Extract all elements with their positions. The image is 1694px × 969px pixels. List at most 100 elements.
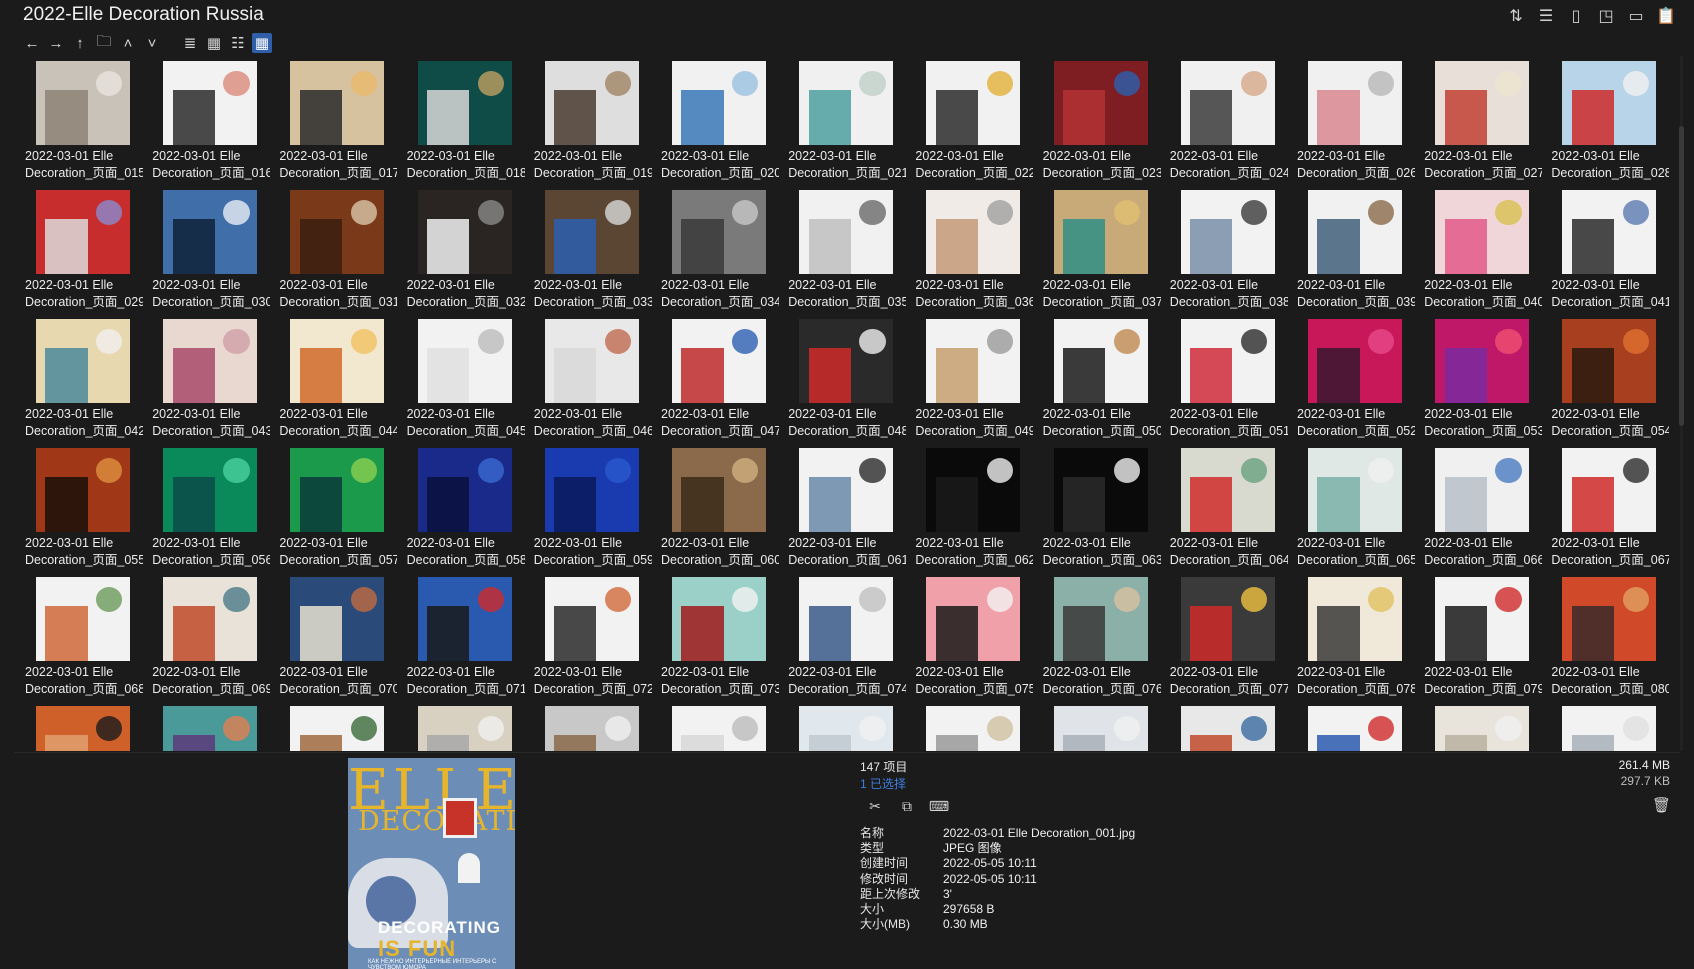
thumbnail-item[interactable]: 2022-03-01 Elle Decoration_页面_018 [398, 56, 525, 181]
thumbnail-item[interactable]: 2022-03-01 Elle Decoration_页面_023 [1034, 56, 1161, 181]
thumbnail-item[interactable]: 2022-03-01 Elle Decoration_页面_037 [1034, 185, 1161, 310]
new-file-icon[interactable]: ▯ [1566, 6, 1586, 26]
thumbnail-item[interactable]: 2022-03-01 Elle Decoration_页面_057 [270, 443, 397, 568]
thumbnail-item[interactable]: 2022-03-01 Elle Decoration_页面_066 [1415, 443, 1542, 568]
thumbnail-item[interactable] [525, 701, 652, 751]
thumbnail-item[interactable]: 2022-03-01 Elle Decoration_页面_016 [143, 56, 270, 181]
thumbnail-item[interactable] [1542, 701, 1669, 751]
thumbnail-item[interactable]: 2022-03-01 Elle Decoration_页面_042 [16, 314, 143, 439]
chevron-up-icon[interactable]: ˄ [118, 33, 138, 53]
thumbnail-item[interactable]: 2022-03-01 Elle Decoration_页面_046 [525, 314, 652, 439]
thumbnail-item[interactable]: 2022-03-01 Elle Decoration_页面_033 [525, 185, 652, 310]
thumbnail-item[interactable]: 2022-03-01 Elle Decoration_页面_035 [779, 185, 906, 310]
thumbnail-item[interactable]: 2022-03-01 Elle Decoration_页面_076 [1034, 572, 1161, 697]
thumbnail-item[interactable]: 2022-03-01 Elle Decoration_页面_048 [779, 314, 906, 439]
rename-icon[interactable]: ⌨ [929, 796, 949, 816]
thumbnail-item[interactable]: 2022-03-01 Elle Decoration_页面_069 [143, 572, 270, 697]
thumbnail-item[interactable]: 2022-03-01 Elle Decoration_页面_060 [652, 443, 779, 568]
thumbnail-item[interactable]: 2022-03-01 Elle Decoration_页面_029 [16, 185, 143, 310]
thumbnail-item[interactable] [1034, 701, 1161, 751]
scrollbar-thumb[interactable] [1679, 126, 1684, 426]
thumbnail-item[interactable]: 2022-03-01 Elle Decoration_页面_073 [652, 572, 779, 697]
thumbnail-item[interactable]: 2022-03-01 Elle Decoration_页面_056 [143, 443, 270, 568]
thumbnail-item[interactable]: 2022-03-01 Elle Decoration_页面_051 [1161, 314, 1288, 439]
thumbnail-item[interactable] [1288, 701, 1415, 751]
thumbnail-item[interactable]: 2022-03-01 Elle Decoration_页面_019 [525, 56, 652, 181]
thumbnail-item[interactable] [398, 701, 525, 751]
thumbnail-item[interactable]: 2022-03-01 Elle Decoration_页面_036 [906, 185, 1033, 310]
thumbnail-item[interactable]: 2022-03-01 Elle Decoration_页面_079 [1415, 572, 1542, 697]
thumbnail-item[interactable]: 2022-03-01 Elle Decoration_页面_062 [906, 443, 1033, 568]
thumbnail-item[interactable]: 2022-03-01 Elle Decoration_页面_074 [779, 572, 906, 697]
new-window-icon[interactable]: ◳ [1596, 6, 1616, 26]
thumbnail-item[interactable] [270, 701, 397, 751]
tiles-view-icon[interactable]: ☷ [228, 33, 248, 53]
panel-icon[interactable]: ▭ [1626, 6, 1646, 26]
thumbnail-item[interactable]: 2022-03-01 Elle Decoration_页面_077 [1161, 572, 1288, 697]
thumbnail-item[interactable]: 2022-03-01 Elle Decoration_页面_043 [143, 314, 270, 439]
sort-icon[interactable]: ⇅ [1506, 6, 1526, 26]
thumbnail-item[interactable]: 2022-03-01 Elle Decoration_页面_065 [1288, 443, 1415, 568]
thumbnail-item[interactable]: 2022-03-01 Elle Decoration_页面_040 [1415, 185, 1542, 310]
thumbnail-item[interactable]: 2022-03-01 Elle Decoration_页面_026 [1288, 56, 1415, 181]
thumbnail-item[interactable]: 2022-03-01 Elle Decoration_页面_031 [270, 185, 397, 310]
thumbnail-item[interactable] [906, 701, 1033, 751]
thumbnail-item[interactable]: 2022-03-01 Elle Decoration_页面_078 [1288, 572, 1415, 697]
thumbnail-item[interactable]: 2022-03-01 Elle Decoration_页面_020 [652, 56, 779, 181]
thumbnail-item[interactable]: 2022-03-01 Elle Decoration_页面_070 [270, 572, 397, 697]
thumbnail-item[interactable] [779, 701, 906, 751]
thumbnail-item[interactable]: 2022-03-01 Elle Decoration_页面_034 [652, 185, 779, 310]
thumbnail-item[interactable]: 2022-03-01 Elle Decoration_页面_053 [1415, 314, 1542, 439]
thumbnail-item[interactable]: 2022-03-01 Elle Decoration_页面_024 [1161, 56, 1288, 181]
thumbnail-item[interactable]: 2022-03-01 Elle Decoration_页面_030 [143, 185, 270, 310]
details-view-icon[interactable]: ≣ [180, 33, 200, 53]
chevron-down-icon[interactable]: ˅ [142, 33, 162, 53]
thumbnail-item[interactable] [1161, 701, 1288, 751]
cut-icon[interactable]: ✂ [865, 796, 885, 816]
copy-icon[interactable]: ⧉ [897, 796, 917, 816]
thumbnail-item[interactable]: 2022-03-01 Elle Decoration_页面_028 [1542, 56, 1669, 181]
thumbnail-item[interactable]: 2022-03-01 Elle Decoration_页面_052 [1288, 314, 1415, 439]
thumbnail-item[interactable]: 2022-03-01 Elle Decoration_页面_022 [906, 56, 1033, 181]
thumbnail-item[interactable] [652, 701, 779, 751]
thumbnail-item[interactable]: 2022-03-01 Elle Decoration_页面_021 [779, 56, 906, 181]
thumbnail-item[interactable]: 2022-03-01 Elle Decoration_页面_063 [1034, 443, 1161, 568]
thumbnail-item[interactable] [143, 701, 270, 751]
thumbnail-item[interactable]: 2022-03-01 Elle Decoration_页面_080 [1542, 572, 1669, 697]
up-arrow-icon[interactable]: ↑ [70, 33, 90, 53]
list-view-icon[interactable]: ☰ [1536, 6, 1556, 26]
thumbnail-item[interactable]: 2022-03-01 Elle Decoration_页面_038 [1161, 185, 1288, 310]
thumbnail-item[interactable]: 2022-03-01 Elle Decoration_页面_050 [1034, 314, 1161, 439]
folder-icon[interactable]: 🗀 [94, 33, 114, 53]
vertical-scrollbar[interactable] [1676, 56, 1686, 751]
thumbnail-item[interactable]: 2022-03-01 Elle Decoration_页面_047 [652, 314, 779, 439]
list-view-icon[interactable]: ▦ [204, 33, 224, 53]
thumbnail-item[interactable]: 2022-03-01 Elle Decoration_页面_017 [270, 56, 397, 181]
forward-arrow-icon[interactable]: → [46, 33, 66, 53]
thumbnail-item[interactable]: 2022-03-01 Elle Decoration_页面_071 [398, 572, 525, 697]
thumbnail-item[interactable]: 2022-03-01 Elle Decoration_页面_039 [1288, 185, 1415, 310]
thumbnail-item[interactable]: 2022-03-01 Elle Decoration_页面_041 [1542, 185, 1669, 310]
thumbnail-item[interactable]: 2022-03-01 Elle Decoration_页面_067 [1542, 443, 1669, 568]
trash-icon[interactable]: 🗑 [1652, 796, 1671, 814]
thumbnail-item[interactable]: 2022-03-01 Elle Decoration_页面_054 [1542, 314, 1669, 439]
thumbnail-item[interactable] [16, 701, 143, 751]
thumbnail-item[interactable]: 2022-03-01 Elle Decoration_页面_059 [525, 443, 652, 568]
thumbnail-item[interactable]: 2022-03-01 Elle Decoration_页面_044 [270, 314, 397, 439]
thumbnail-item[interactable]: 2022-03-01 Elle Decoration_页面_049 [906, 314, 1033, 439]
thumbnail-item[interactable]: 2022-03-01 Elle Decoration_页面_075 [906, 572, 1033, 697]
thumbnail-item[interactable]: 2022-03-01 Elle Decoration_页面_072 [525, 572, 652, 697]
back-arrow-icon[interactable]: ← [22, 33, 42, 53]
thumbnail-item[interactable]: 2022-03-01 Elle Decoration_页面_045 [398, 314, 525, 439]
thumbnail-item[interactable]: 2022-03-01 Elle Decoration_页面_027 [1415, 56, 1542, 181]
thumbnail-item[interactable]: 2022-03-01 Elle Decoration_页面_015 [16, 56, 143, 181]
thumbnail-item[interactable]: 2022-03-01 Elle Decoration_页面_068 [16, 572, 143, 697]
thumbnail-item[interactable]: 2022-03-01 Elle Decoration_页面_058 [398, 443, 525, 568]
paste-icon[interactable]: 📋 [1656, 6, 1676, 26]
thumbnail-item[interactable]: 2022-03-01 Elle Decoration_页面_032 [398, 185, 525, 310]
thumbnail-item[interactable]: 2022-03-01 Elle Decoration_页面_055 [16, 443, 143, 568]
thumbnail-item[interactable]: 2022-03-01 Elle Decoration_页面_061 [779, 443, 906, 568]
thumbnail-item[interactable]: 2022-03-01 Elle Decoration_页面_064 [1161, 443, 1288, 568]
thumbnail-item[interactable] [1415, 701, 1542, 751]
thumbnails-view-icon[interactable]: ▦ [252, 33, 272, 53]
